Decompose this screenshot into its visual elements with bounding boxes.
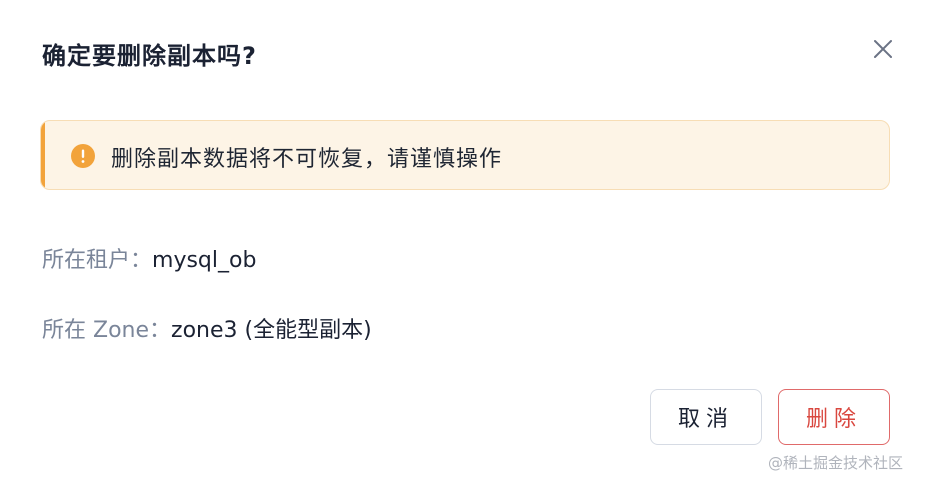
zone-label: 所在 Zone： xyxy=(42,318,172,343)
tenant-label: 所在租户： xyxy=(42,248,153,273)
close-button[interactable] xyxy=(870,36,896,62)
dialog-title: 确定要删除副本吗? xyxy=(42,42,257,70)
close-icon xyxy=(874,40,892,58)
warning-alert: 删除副本数据将不可恢复，请谨慎操作 xyxy=(40,120,890,190)
cancel-button[interactable]: 取消 xyxy=(650,389,762,445)
zone-value: zone3 (全能型副本) xyxy=(171,318,372,343)
delete-replica-dialog: 确定要删除副本吗? 删除副本数据将不可恢复，请谨慎操作 所在租户：mysql_o… xyxy=(0,0,936,478)
tenant-value: mysql_ob xyxy=(152,248,257,273)
zone-field: 所在 Zone：zone3 (全能型副本) xyxy=(42,312,372,344)
tenant-field: 所在租户：mysql_ob xyxy=(42,242,256,274)
delete-button[interactable]: 删除 xyxy=(778,389,890,445)
alert-accent-bar xyxy=(41,121,45,189)
watermark: @稀土掘金技术社区 xyxy=(768,454,904,472)
warning-icon xyxy=(71,144,95,168)
alert-message: 删除副本数据将不可恢复，请谨慎操作 xyxy=(111,147,503,172)
